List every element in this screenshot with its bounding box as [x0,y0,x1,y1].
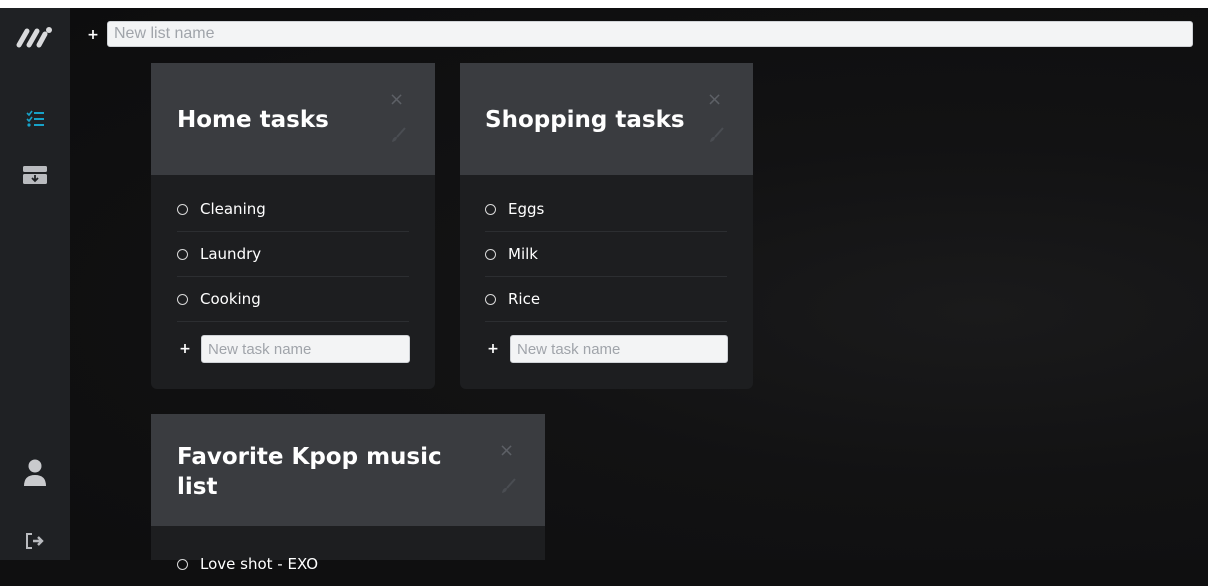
plus-icon[interactable]: + [485,341,501,357]
card-title: Home tasks [177,107,329,133]
close-icon[interactable]: × [389,89,404,110]
close-icon[interactable]: × [707,89,722,110]
task-item[interactable]: Cleaning [177,187,409,232]
plus-icon[interactable]: + [85,27,101,43]
task-checkbox-icon[interactable] [177,203,188,215]
card-header: Favorite Kpop music list × [151,414,545,526]
task-item[interactable]: Eggs [485,187,727,232]
task-label: Milk [508,245,538,263]
new-list-row: + [85,20,101,50]
brush-icon[interactable] [390,127,406,143]
close-icon[interactable]: × [499,440,514,461]
list-card-kpop: Favorite Kpop music list × Love shot - E… [151,414,545,573]
plus-icon[interactable]: + [177,341,193,357]
task-label: Cooking [200,290,261,308]
task-label: Rice [508,290,541,308]
checklist-icon[interactable] [20,104,50,134]
list-card-home: Home tasks × Cleaning Laundry Cooking + [151,63,435,389]
archive-tray-icon[interactable] [20,160,50,190]
logout-icon[interactable] [20,526,50,556]
app-logo-icon[interactable] [14,22,54,52]
user-icon[interactable] [20,458,50,488]
task-label: Cleaning [200,200,266,218]
task-checkbox-icon[interactable] [485,293,496,305]
task-checkbox-icon[interactable] [177,248,188,260]
card-title: Favorite Kpop music list [177,444,442,500]
brush-icon[interactable] [500,478,516,494]
new-list-input[interactable] [107,21,1193,47]
window-top-edge [0,0,1208,8]
task-item[interactable]: Laundry [177,232,409,277]
card-title: Shopping tasks [485,107,685,133]
task-label: Love shot - EXO [200,555,319,573]
add-task-row: + [485,334,501,364]
task-item[interactable]: Cooking [177,277,409,322]
card-header: Shopping tasks × [460,63,753,175]
task-label: Laundry [200,245,262,263]
list-card-shopping: Shopping tasks × Eggs Milk Rice + [460,63,753,389]
sidebar [0,8,70,560]
new-task-input[interactable] [510,335,728,363]
task-item[interactable]: Rice [485,277,727,322]
task-checkbox-icon[interactable] [485,203,496,215]
add-task-row: + [177,334,193,364]
task-checkbox-icon[interactable] [177,293,188,305]
task-checkbox-icon[interactable] [177,558,188,570]
new-task-input[interactable] [201,335,410,363]
task-label: Eggs [508,200,545,218]
task-checkbox-icon[interactable] [485,248,496,260]
task-item[interactable]: Love shot - EXO [177,542,519,586]
brush-icon[interactable] [708,127,724,143]
card-header: Home tasks × [151,63,435,175]
task-item[interactable]: Milk [485,232,727,277]
